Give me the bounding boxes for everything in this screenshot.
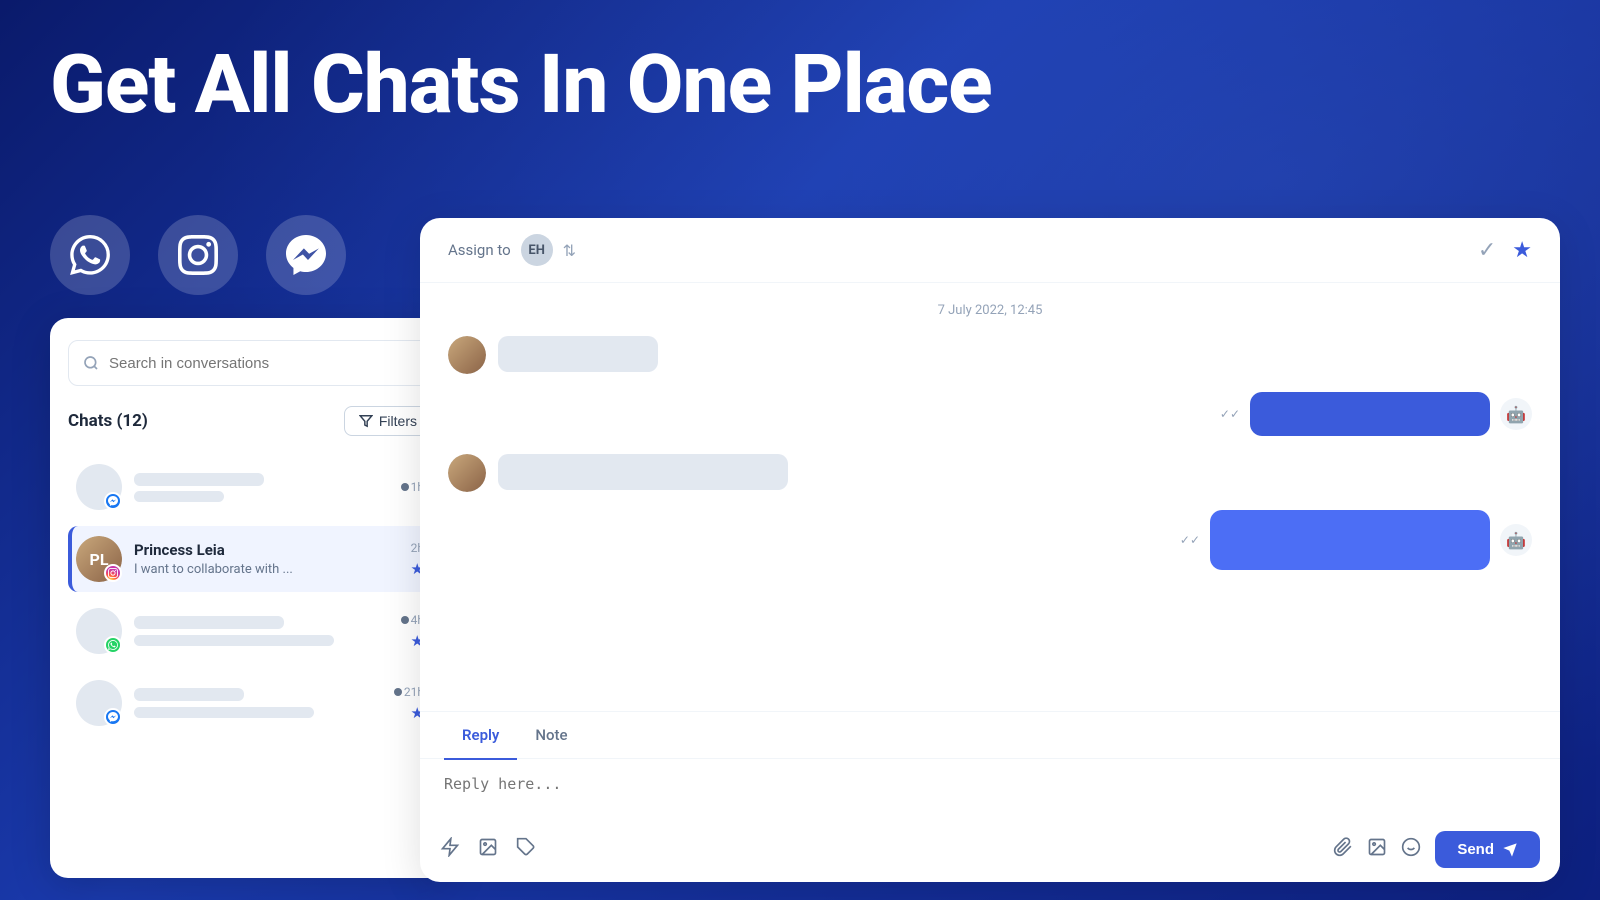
preview-placeholder — [134, 707, 314, 718]
avatar-wrap — [76, 680, 122, 726]
whatsapp-badge-icon — [108, 640, 118, 650]
outgoing-group: ✓✓ 🤖 — [1220, 392, 1532, 436]
messages-area: 7 July 2022, 12:45 ✓✓ 🤖 — [420, 283, 1560, 711]
platform-badge-instagram — [104, 564, 122, 582]
chat-list-item[interactable]: 4h ★ — [68, 598, 432, 664]
assignee-chevron[interactable]: ⇅ — [563, 241, 576, 260]
message-bubble-placeholder — [498, 336, 658, 372]
chat-info: Princess Leia I want to collaborate with… — [134, 541, 399, 577]
unread-dot — [401, 616, 409, 624]
chats-header: Chats (12) Filters — [68, 406, 432, 436]
label-icon[interactable] — [516, 837, 536, 862]
send-button[interactable]: Send — [1435, 831, 1540, 868]
outgoing-row-2: ✓✓ 🤖 — [1180, 510, 1532, 570]
messenger-icon-button[interactable] — [266, 215, 346, 295]
outgoing-message-2: ✓✓ 🤖 — [448, 510, 1532, 570]
emoji-icon[interactable] — [1401, 837, 1421, 862]
preview-placeholder — [134, 491, 224, 502]
bot-icon-2: 🤖 — [1500, 524, 1532, 556]
chat-list-panel: Chats (12) Filters 1h — [50, 318, 450, 878]
conversation-panel: Assign to EH ⇅ ✓ ★ 7 July 2022, 12:45 ✓✓… — [420, 218, 1560, 882]
incoming-message-2 — [448, 454, 1532, 492]
reply-tools-left — [440, 837, 536, 862]
chats-count-label: Chats (12) — [68, 411, 148, 431]
msg-avatar — [448, 454, 486, 492]
name-placeholder — [134, 473, 264, 486]
outgoing-group-2: ✓✓ 🤖 — [1180, 510, 1532, 570]
messenger-badge-icon2 — [108, 712, 118, 722]
instagram-icon-button[interactable] — [158, 215, 238, 295]
avatar-wrap — [76, 608, 122, 654]
chat-name: Princess Leia — [134, 541, 399, 559]
assignee-avatar[interactable]: EH — [521, 234, 553, 266]
chat-list-item-active[interactable]: PL Princess Leia I want to collaborate w… — [68, 526, 432, 592]
instagram-icon — [178, 235, 218, 275]
reply-input-area[interactable] — [420, 759, 1560, 823]
tab-note[interactable]: Note — [517, 712, 585, 760]
messenger-icon — [286, 235, 326, 275]
chat-list-item[interactable]: 21h ★ — [68, 670, 432, 736]
incoming-message-1 — [448, 336, 1532, 374]
read-check-icon-2: ✓✓ — [1180, 533, 1200, 547]
image-attach-icon[interactable] — [478, 837, 498, 862]
outgoing-row: ✓✓ 🤖 — [1220, 392, 1532, 436]
unread-dot — [394, 688, 402, 696]
unread-dot — [401, 483, 409, 491]
date-divider: 7 July 2022, 12:45 — [448, 303, 1532, 318]
chat-info — [134, 616, 389, 646]
outgoing-bubble-2 — [1210, 510, 1490, 570]
reply-toolbar: Send — [420, 823, 1560, 882]
msg-avatar — [448, 336, 486, 374]
quick-reply-icon[interactable] — [440, 837, 460, 862]
reply-tools-right: Send — [1333, 831, 1540, 868]
messenger-badge-icon — [108, 496, 118, 506]
search-input[interactable] — [109, 355, 417, 372]
outgoing-message-1: ✓✓ 🤖 — [448, 392, 1532, 436]
platform-badge-messenger — [104, 708, 122, 726]
reply-tabs: Reply Note — [420, 712, 1560, 760]
name-placeholder — [134, 616, 284, 629]
hero-title: Get All Chats In One Place — [50, 40, 992, 130]
assign-row: Assign to EH ⇅ — [448, 234, 576, 266]
preview-placeholder — [134, 635, 334, 646]
conversation-header: Assign to EH ⇅ ✓ ★ — [420, 218, 1560, 283]
read-check-icon: ✓✓ — [1220, 407, 1240, 421]
check-icon[interactable]: ✓ — [1478, 238, 1496, 263]
send-icon — [1502, 842, 1518, 858]
header-actions: ✓ ★ — [1478, 238, 1532, 263]
platform-badge-messenger — [104, 492, 122, 510]
chat-info — [134, 473, 389, 502]
search-bar[interactable] — [68, 340, 432, 386]
chat-info — [134, 688, 382, 718]
chat-list-item[interactable]: 1h — [68, 454, 432, 520]
bot-icon: 🤖 — [1500, 398, 1532, 430]
search-icon — [83, 355, 99, 371]
star-action-icon[interactable]: ★ — [1512, 238, 1532, 263]
tab-reply[interactable]: Reply — [444, 712, 517, 760]
avatar-wrap: PL — [76, 536, 122, 582]
filter-button[interactable]: Filters — [344, 406, 432, 436]
reply-input[interactable] — [444, 775, 1536, 811]
message-bubble-placeholder-2 — [498, 454, 788, 490]
assign-label: Assign to — [448, 241, 511, 259]
platform-badge-whatsapp — [104, 636, 122, 654]
avatar-wrap — [76, 464, 122, 510]
whatsapp-icon — [70, 235, 110, 275]
chat-preview: I want to collaborate with ... — [134, 562, 399, 577]
reply-area: Reply Note — [420, 711, 1560, 883]
whatsapp-icon-button[interactable] — [50, 215, 130, 295]
filter-icon — [359, 414, 373, 428]
outgoing-bubble — [1250, 392, 1490, 436]
image-icon[interactable] — [1367, 837, 1387, 862]
instagram-badge-icon — [108, 568, 118, 578]
attachment-icon[interactable] — [1333, 837, 1353, 862]
name-placeholder — [134, 688, 244, 701]
platform-icons-row — [50, 215, 346, 295]
